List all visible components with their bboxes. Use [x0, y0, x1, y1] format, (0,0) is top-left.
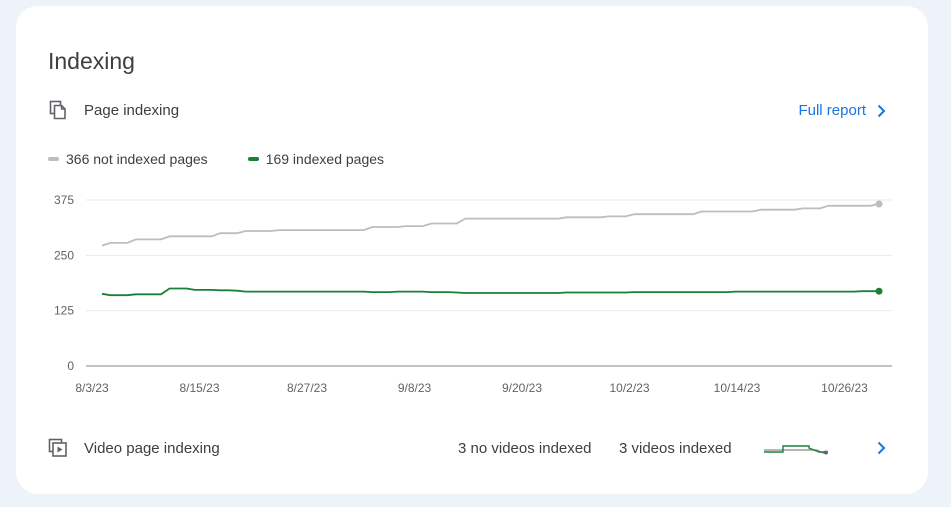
- series-line-not-indexed: [101, 203, 880, 247]
- y-tick-label: 125: [54, 304, 74, 318]
- video-indexed-stat: 3 videos indexed: [619, 440, 732, 457]
- y-tick-label: 375: [54, 193, 74, 207]
- video-pages-icon: [48, 438, 68, 458]
- x-tick-label: 8/15/23: [179, 381, 219, 395]
- series-endpoint-indexed: [875, 287, 883, 295]
- indexing-card: Indexing Page indexing Full report 366 n…: [16, 6, 928, 494]
- x-tick-label: 10/14/23: [714, 381, 761, 395]
- indexing-chart: 0 125 250 375 8/3/23 8/15/23 8/27/23 9/8/23 9/20…: [54, 193, 892, 395]
- video-indexing-label: Video page indexing: [84, 440, 220, 457]
- y-tick-label: 250: [54, 248, 74, 262]
- series-endpoint-not-indexed: [875, 200, 883, 208]
- x-tick-label: 9/8/23: [398, 381, 432, 395]
- y-tick-label: 0: [67, 359, 74, 373]
- series-line-indexed: [101, 287, 879, 297]
- chevron-right-icon[interactable]: [876, 441, 886, 460]
- video-indexing-row[interactable]: Video page indexing 3 no videos indexed …: [48, 436, 888, 460]
- x-tick-label: 8/3/23: [75, 381, 109, 395]
- x-tick-label: 10/26/23: [821, 381, 868, 395]
- video-not-indexed-stat: 3 no videos indexed: [458, 440, 592, 457]
- x-tick-label: 9/20/23: [502, 381, 542, 395]
- x-tick-label: 8/27/23: [287, 381, 327, 395]
- x-tick-label: 10/2/23: [609, 381, 649, 395]
- video-sparkline: [763, 439, 833, 462]
